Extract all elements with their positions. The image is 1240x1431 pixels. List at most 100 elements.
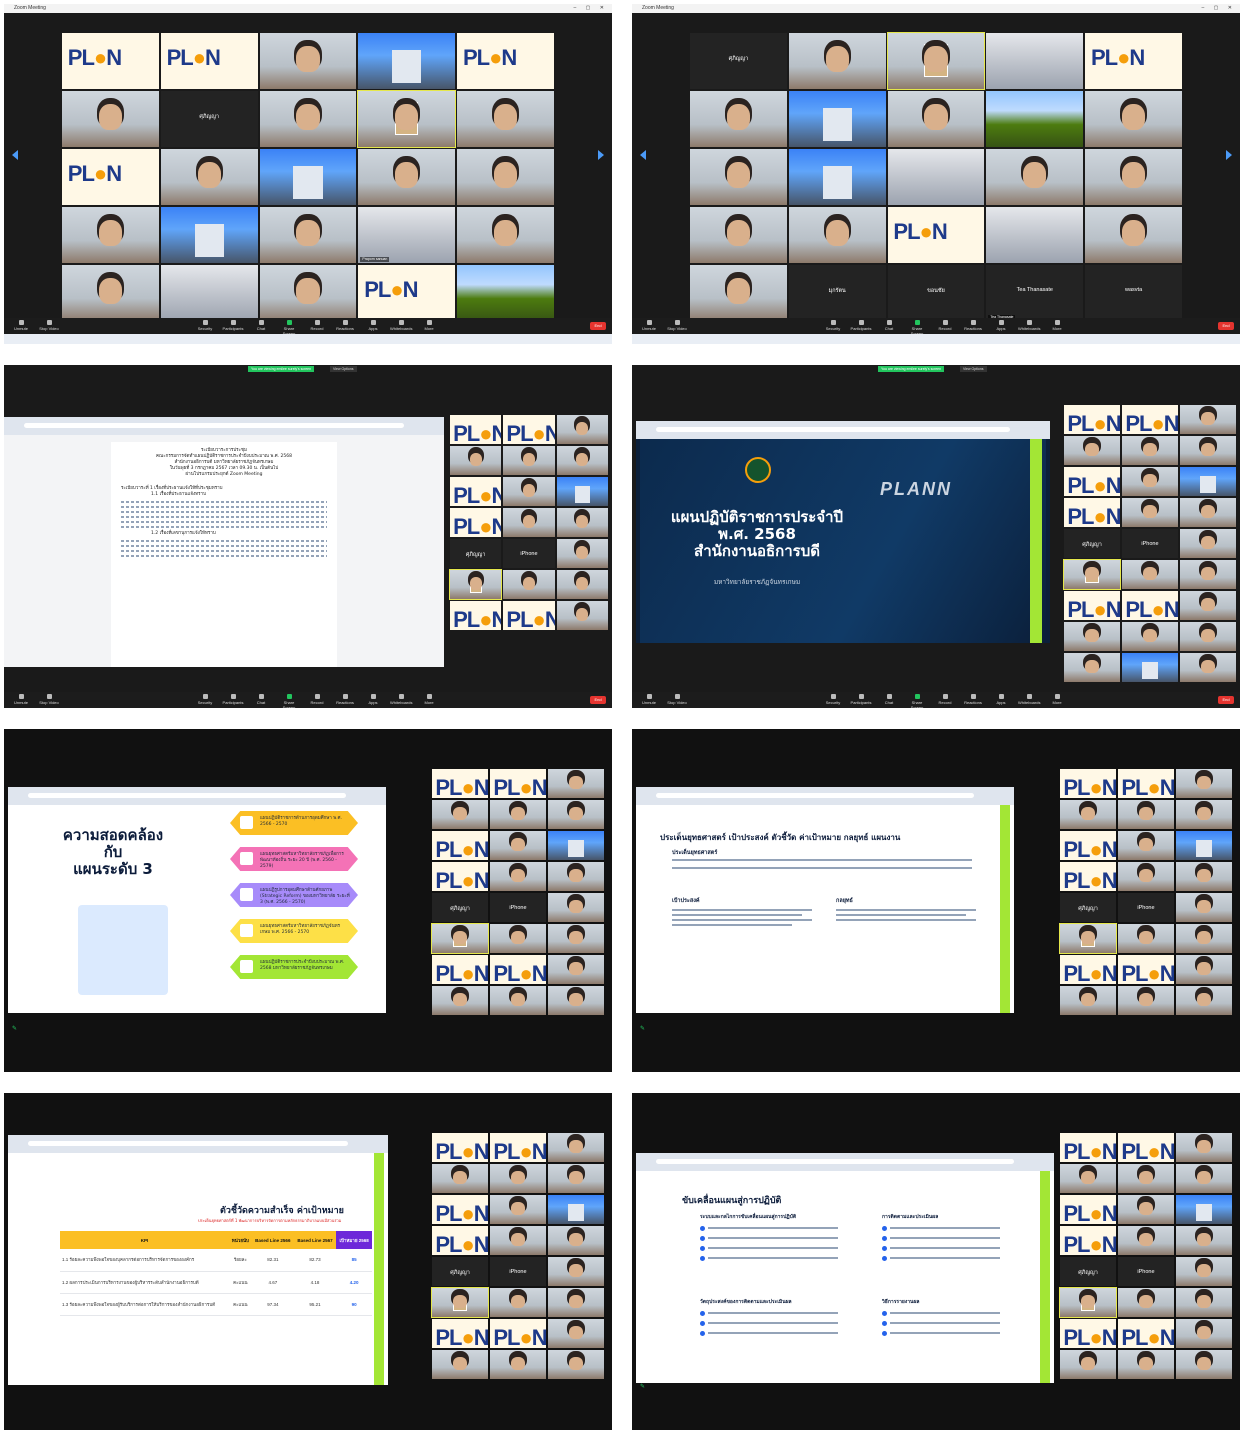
participant-tile[interactable]: [1176, 1195, 1232, 1224]
participant-tile[interactable]: [1176, 862, 1232, 891]
participant-tile[interactable]: PL●N: [503, 415, 555, 444]
participant-tile[interactable]: [457, 91, 554, 147]
participant-tile[interactable]: [548, 1195, 604, 1224]
participant-tile[interactable]: [1122, 467, 1178, 496]
participant-tile[interactable]: [432, 1164, 488, 1193]
participant-tile[interactable]: PL●N: [503, 601, 555, 630]
participant-tile[interactable]: [431, 1287, 489, 1318]
participant-tile[interactable]: [548, 769, 604, 798]
participant-tile[interactable]: [1180, 560, 1236, 589]
participant-tile[interactable]: [1060, 1350, 1116, 1379]
participant-tile[interactable]: [1180, 653, 1236, 682]
toolbar-security-button[interactable]: Security: [194, 320, 216, 331]
participant-tile[interactable]: [1085, 149, 1182, 205]
participant-tile[interactable]: [1176, 800, 1232, 829]
toolbar-participants-button[interactable]: Participants: [850, 320, 872, 331]
participant-tile[interactable]: [548, 800, 604, 829]
participant-tile[interactable]: [556, 446, 608, 475]
participant-tile[interactable]: [62, 265, 159, 321]
participant-tile[interactable]: iPhone: [503, 539, 555, 568]
participant-tile[interactable]: [788, 33, 886, 89]
participant-tile[interactable]: [1180, 498, 1236, 527]
toolbar-more-button[interactable]: More: [1046, 694, 1068, 705]
toolbar-record-button[interactable]: Record: [934, 694, 956, 705]
participant-tile[interactable]: [548, 1350, 604, 1379]
participant-tile[interactable]: PL●N: [1060, 1133, 1116, 1162]
participant-tile[interactable]: [556, 570, 608, 599]
participant-tile[interactable]: [1064, 436, 1120, 465]
participant-tile[interactable]: [690, 91, 787, 147]
participant-tile[interactable]: [986, 149, 1084, 205]
participant-tile[interactable]: PL●N: [1060, 1195, 1116, 1224]
participant-tile[interactable]: [457, 207, 554, 263]
participant-tile[interactable]: [788, 149, 886, 205]
participant-tile[interactable]: [1118, 924, 1174, 953]
toolbar-security-button[interactable]: Security: [194, 694, 216, 705]
participant-tile[interactable]: [690, 207, 787, 263]
toolbar-apps-button[interactable]: Apps: [990, 320, 1012, 331]
participant-tile[interactable]: [503, 508, 555, 537]
participant-tile[interactable]: ศุภิญญา: [450, 539, 502, 568]
toolbar-apps-button[interactable]: Apps: [362, 694, 384, 705]
participant-tile[interactable]: PL●N: [1122, 405, 1178, 434]
toolbar-more-button[interactable]: More: [1046, 320, 1068, 331]
participant-tile[interactable]: [358, 149, 456, 205]
participant-tile[interactable]: PL●N: [1064, 498, 1120, 527]
participant-tile[interactable]: [1180, 405, 1236, 434]
participant-tile[interactable]: ศุภิญญา: [1064, 529, 1120, 558]
participant-tile[interactable]: PL●N: [432, 769, 488, 798]
participant-tile[interactable]: PL●N: [1064, 405, 1120, 434]
participant-tile[interactable]: iPhone: [490, 893, 546, 922]
participant-tile[interactable]: [548, 1257, 604, 1286]
participant-tile[interactable]: [1180, 529, 1236, 558]
participant-tile[interactable]: [1180, 436, 1236, 465]
participant-tile[interactable]: [259, 33, 357, 89]
toolbar-security-button[interactable]: Security: [822, 320, 844, 331]
participant-tile[interactable]: [548, 1288, 604, 1317]
annotate-pen-icon[interactable]: ✎: [640, 1383, 645, 1390]
participant-tile[interactable]: [1118, 986, 1174, 1015]
participant-tile[interactable]: PL●N: [450, 477, 502, 506]
participant-tile[interactable]: [160, 265, 258, 321]
participant-tile[interactable]: iPhone: [490, 1257, 546, 1286]
participant-tile[interactable]: [1118, 1195, 1174, 1224]
window-controls[interactable]: – ▢ ✕: [1202, 4, 1236, 13]
participant-tile[interactable]: [1176, 1226, 1232, 1255]
participant-tile[interactable]: [1176, 955, 1232, 984]
participant-tile[interactable]: [1122, 436, 1178, 465]
participant-tile[interactable]: PL●N: [1060, 955, 1116, 984]
participant-tile[interactable]: [1118, 1164, 1174, 1193]
toolbar-participants-button[interactable]: Participants: [850, 694, 872, 705]
participant-tile[interactable]: [548, 1319, 604, 1348]
participant-tile[interactable]: [448, 569, 503, 600]
participant-tile[interactable]: [490, 1226, 546, 1255]
participant-tile[interactable]: [1060, 986, 1116, 1015]
participant-tile[interactable]: [259, 91, 357, 147]
participant-tile[interactable]: [1180, 467, 1236, 496]
participant-tile[interactable]: [986, 91, 1084, 147]
end-meeting-button[interactable]: End: [1218, 696, 1234, 704]
participant-tile[interactable]: [1064, 622, 1120, 651]
participant-tile[interactable]: PL●N: [160, 33, 258, 89]
participant-tile[interactable]: PL●N: [450, 415, 502, 444]
participant-tile[interactable]: [1176, 831, 1232, 860]
participant-tile[interactable]: PL●N: [1118, 769, 1174, 798]
participant-tile[interactable]: ศุภิญญา: [432, 893, 488, 922]
participant-tile[interactable]: [788, 207, 886, 263]
participant-tile[interactable]: [490, 1288, 546, 1317]
participant-tile[interactable]: [1176, 986, 1232, 1015]
toolbar-participants-button[interactable]: Participants: [222, 320, 244, 331]
toolbar-more-button[interactable]: More: [418, 694, 440, 705]
participant-tile[interactable]: [432, 1350, 488, 1379]
participant-tile[interactable]: [690, 149, 787, 205]
next-page-icon[interactable]: [598, 150, 604, 161]
participant-tile[interactable]: [556, 477, 608, 506]
toolbar-stop-video-button[interactable]: Stop Video: [666, 320, 688, 331]
participant-tile[interactable]: PL●N: [432, 831, 488, 860]
participant-tile[interactable]: [1059, 923, 1117, 954]
toolbar-stop-video-button[interactable]: Stop Video: [666, 694, 688, 705]
view-options-button[interactable]: View Options: [330, 366, 357, 372]
annotate-pen-icon[interactable]: ✎: [640, 1025, 645, 1032]
toolbar-apps-button[interactable]: Apps: [990, 694, 1012, 705]
participant-tile[interactable]: มุกรัตน: [788, 265, 886, 321]
